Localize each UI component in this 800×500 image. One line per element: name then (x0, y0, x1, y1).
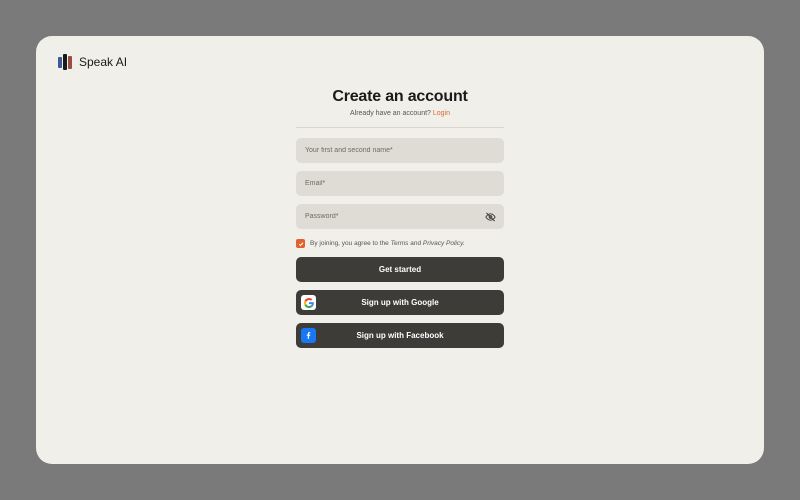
password-field-wrap[interactable] (296, 204, 504, 229)
login-prompt: Already have an account? Login (350, 110, 450, 117)
email-field-wrap[interactable] (296, 171, 504, 196)
logo-icon (58, 54, 72, 70)
privacy-link[interactable]: Privacy Policy. (423, 240, 465, 247)
google-signup-button[interactable]: Sign up with Google (296, 290, 504, 315)
facebook-icon (301, 328, 316, 343)
signup-card: Speak AI Create an account Already have … (36, 36, 764, 464)
facebook-signup-button[interactable]: Sign up with Facebook (296, 323, 504, 348)
password-input[interactable] (305, 213, 495, 220)
terms-text: By joining, you agree to the Terms and P… (310, 240, 465, 247)
google-button-label: Sign up with Google (361, 298, 438, 307)
get-started-button[interactable]: Get started (296, 257, 504, 282)
get-started-label: Get started (379, 265, 421, 274)
eye-off-icon[interactable] (485, 211, 496, 222)
terms-prefix: By joining, you agree to the (310, 240, 391, 247)
brand: Speak AI (58, 54, 742, 70)
login-prompt-text: Already have an account? (350, 110, 433, 117)
name-field-wrap[interactable] (296, 138, 504, 163)
facebook-button-label: Sign up with Facebook (356, 331, 443, 340)
page-title: Create an account (332, 88, 467, 106)
terms-checkbox[interactable] (296, 239, 305, 248)
google-icon (301, 295, 316, 310)
login-link[interactable]: Login (433, 110, 450, 117)
brand-name: Speak AI (79, 55, 127, 69)
divider (296, 127, 504, 128)
name-input[interactable] (305, 147, 495, 154)
terms-row: By joining, you agree to the Terms and P… (296, 239, 504, 248)
signup-form: Create an account Already have an accoun… (296, 88, 504, 356)
terms-mid: and (408, 240, 422, 247)
terms-link[interactable]: Terms (391, 240, 409, 247)
email-input[interactable] (305, 180, 495, 187)
